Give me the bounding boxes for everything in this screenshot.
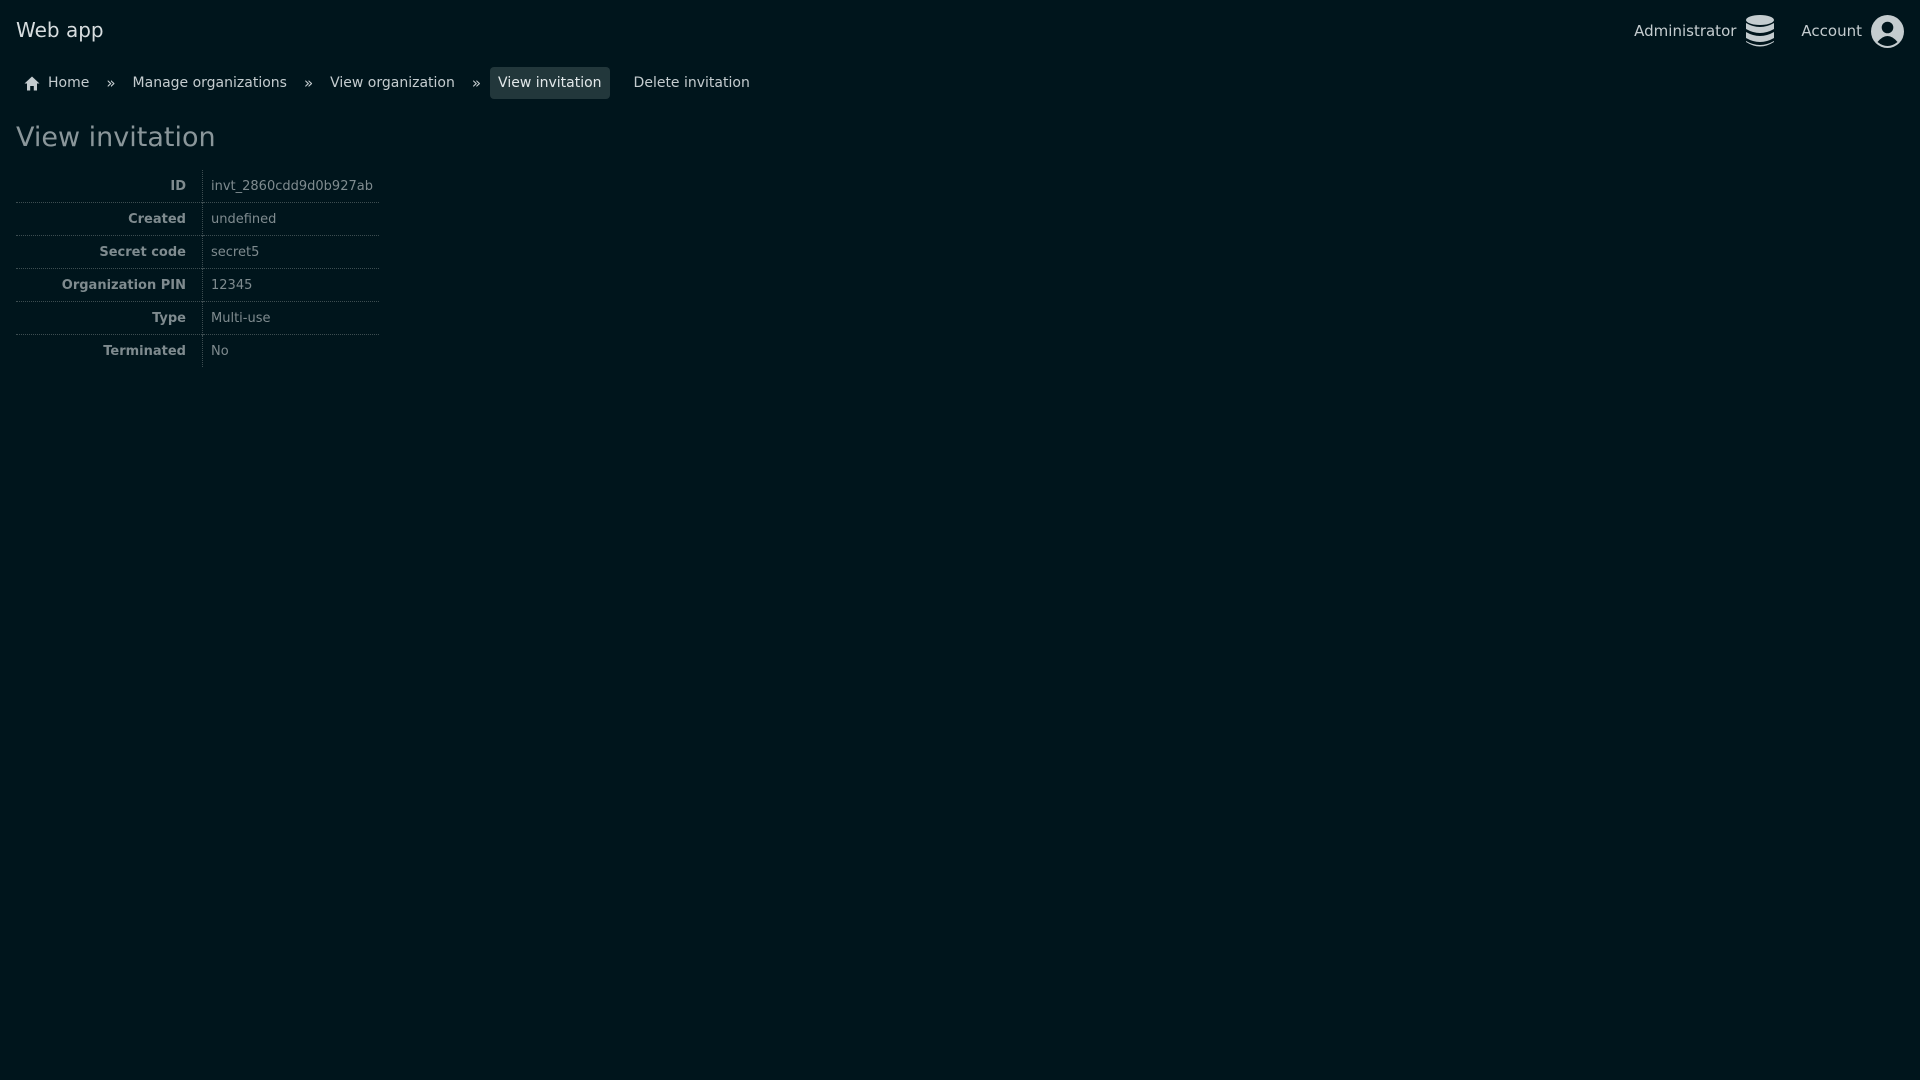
table-row: Organization PIN 12345 [16, 268, 379, 302]
breadcrumb-home[interactable]: Home [16, 67, 97, 99]
top-right-menu: Administrator Account [1634, 14, 1904, 48]
account-link[interactable]: Account [1801, 14, 1904, 48]
breadcrumb-view-organization[interactable]: View organization [322, 67, 463, 99]
database-icon [1746, 15, 1775, 47]
table-row: ID invt_2860cdd9d0b927ab [16, 170, 379, 203]
account-label: Account [1801, 22, 1862, 40]
breadcrumb-home-label: Home [48, 75, 90, 91]
detail-value-secret-code: secret5 [202, 235, 379, 269]
breadcrumb-separator: » [303, 74, 314, 92]
table-row: Terminated No [16, 334, 379, 367]
app-title-link[interactable]: Web app [16, 18, 104, 42]
table-row: Secret code secret5 [16, 235, 379, 269]
breadcrumb: Home » Manage organizations » View organ… [16, 67, 758, 99]
delete-invitation-link[interactable]: Delete invitation [626, 67, 758, 99]
page-title: View invitation [16, 122, 216, 153]
detail-key-terminated: Terminated [16, 334, 203, 367]
table-row: Type Multi-use [16, 301, 379, 335]
detail-value-terminated: No [202, 334, 379, 367]
breadcrumb-manage-organizations[interactable]: Manage organizations [125, 67, 295, 99]
home-icon [24, 76, 40, 90]
user-circle-icon [1871, 14, 1904, 48]
detail-key-secret-code: Secret code [16, 235, 203, 269]
top-navbar: Web app Administrator Account [0, 0, 1920, 62]
detail-value-organization-pin: 12345 [202, 268, 379, 302]
detail-key-type: Type [16, 301, 203, 335]
detail-value-id: invt_2860cdd9d0b927ab [211, 178, 373, 194]
invitation-details-table: ID invt_2860cdd9d0b927ab Created undefin… [16, 170, 379, 367]
breadcrumb-separator: » [106, 74, 116, 92]
detail-key-id: ID [16, 170, 203, 203]
administrator-label: Administrator [1634, 22, 1737, 40]
detail-key-created: Created [16, 202, 203, 236]
breadcrumb-separator: » [471, 74, 482, 92]
detail-value-created: undefined [202, 202, 379, 236]
table-row: Created undefined [16, 202, 379, 236]
administrator-link[interactable]: Administrator [1634, 14, 1775, 48]
detail-key-organization-pin: Organization PIN [16, 268, 203, 302]
breadcrumb-view-invitation[interactable]: View invitation [490, 67, 610, 99]
detail-value-type: Multi-use [202, 301, 379, 335]
